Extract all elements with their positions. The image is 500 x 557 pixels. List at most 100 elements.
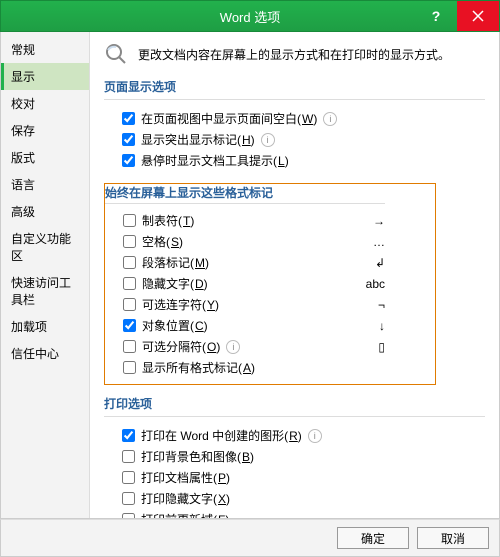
main-panel: 更改文档内容在屏幕上的显示方式和在打印时的显示方式。 页面显示选项 在页面视图中… (90, 32, 499, 518)
option-row: 打印隐藏文字(X) (104, 488, 485, 509)
cancel-button[interactable]: 取消 (417, 527, 489, 549)
option-row: 打印前更新域(F) (104, 509, 485, 518)
option-label[interactable]: 打印隐藏文字(X) (141, 490, 230, 507)
option-row: 打印文档属性(P) (104, 467, 485, 488)
format-symbol: abc (346, 277, 385, 291)
option-checkbox[interactable] (123, 298, 136, 311)
sidebar-item[interactable]: 常规 (1, 36, 89, 63)
sidebar-item[interactable]: 加载项 (1, 313, 89, 340)
window-buttons: ? (415, 1, 499, 31)
option-checkbox[interactable] (122, 450, 135, 463)
option-row: 隐藏文字(D) abc (105, 273, 385, 294)
accelerator-key: C (195, 319, 204, 333)
option-checkbox[interactable] (123, 214, 136, 227)
option-label[interactable]: 隐藏文字(D) (142, 275, 208, 292)
option-checkbox[interactable] (123, 277, 136, 290)
content: 常规显示校对保存版式语言高级自定义功能区快速访问工具栏加载项信任中心 更改文档内… (0, 32, 500, 519)
section-marks: 制表符(T) → 空格(S)…段落标记(M)↲ 隐藏文字(D) abc 可选连字符(Y) ¬… (105, 210, 385, 378)
option-checkbox[interactable] (122, 133, 135, 146)
magnifier-icon (104, 42, 128, 66)
titlebar: Word 选项 ? (0, 0, 500, 32)
sidebar-item[interactable]: 快速访问工具栏 (1, 269, 89, 313)
ok-button[interactable]: 确定 (337, 527, 409, 549)
option-checkbox[interactable] (123, 319, 136, 332)
option-label[interactable]: 悬停时显示文档工具提示(L) (141, 152, 289, 169)
option-checkbox[interactable] (123, 340, 136, 353)
help-icon[interactable]: i (261, 133, 275, 147)
sidebar-item[interactable]: 显示 (1, 63, 89, 90)
option-row: 悬停时显示文档工具提示(L) (104, 150, 485, 171)
option-label[interactable]: 显示突出显示标记(H) (141, 131, 255, 148)
option-checkbox[interactable] (122, 492, 135, 505)
close-icon (472, 10, 484, 22)
option-label[interactable]: 打印前更新域(F) (141, 511, 229, 518)
accelerator-key: B (242, 450, 250, 464)
option-label[interactable]: 对象位置(C) (142, 317, 208, 334)
format-symbol: ¬ (358, 298, 385, 312)
option-label[interactable]: 在页面视图中显示页面间空白(W) (141, 110, 317, 127)
sidebar: 常规显示校对保存版式语言高级自定义功能区快速访问工具栏加载项信任中心 (1, 32, 90, 518)
option-label[interactable]: 可选连字符(Y) (142, 296, 219, 313)
help-icon[interactable]: i (323, 112, 337, 126)
option-row: 空格(S)… (105, 231, 385, 252)
accelerator-key: T (183, 214, 190, 228)
format-symbol: ↓ (359, 319, 385, 333)
accelerator-key: Y (207, 298, 215, 312)
option-label[interactable]: 空格(S) (142, 233, 183, 250)
option-row: 显示所有格式标记(A) (105, 357, 385, 378)
option-label[interactable]: 打印文档属性(P) (141, 469, 230, 486)
sidebar-item[interactable]: 信任中心 (1, 340, 89, 367)
header: 更改文档内容在屏幕上的显示方式和在打印时的显示方式。 (104, 42, 485, 66)
accelerator-key: X (218, 492, 226, 506)
option-row: 可选连字符(Y) ¬ (105, 294, 385, 315)
accelerator-key: W (302, 112, 313, 126)
option-row: 可选分隔符(O) i ▯ (105, 336, 385, 357)
option-row: 对象位置(C) ↓ (105, 315, 385, 336)
option-checkbox[interactable] (122, 471, 135, 484)
sidebar-item[interactable]: 校对 (1, 90, 89, 117)
option-checkbox[interactable] (123, 256, 136, 269)
close-button[interactable] (457, 1, 499, 31)
accelerator-key: R (289, 429, 298, 443)
format-symbol: → (353, 214, 385, 228)
option-checkbox[interactable] (123, 361, 136, 374)
window-title: Word 选项 (220, 7, 280, 26)
help-icon[interactable]: i (308, 429, 322, 443)
highlighted-section: 始终在屏幕上显示这些格式标记 制表符(T)→空格(S)…段落标记(M)↲隐藏文字… (104, 183, 436, 385)
sidebar-item[interactable]: 版式 (1, 144, 89, 171)
section-title-print: 打印选项 (104, 395, 485, 417)
accelerator-key: D (195, 277, 204, 291)
option-label[interactable]: 显示所有格式标记(A) (142, 359, 255, 376)
option-label[interactable]: 制表符(T) (142, 212, 194, 229)
option-checkbox[interactable] (122, 429, 135, 442)
option-checkbox[interactable] (122, 154, 135, 167)
help-button[interactable]: ? (415, 1, 457, 31)
option-checkbox[interactable] (123, 235, 136, 248)
option-label[interactable]: 可选分隔符(O) (142, 338, 220, 355)
accelerator-key: A (243, 361, 251, 375)
sidebar-item[interactable]: 高级 (1, 198, 89, 225)
option-row: 段落标记(M)↲ (105, 252, 385, 273)
accelerator-key: P (218, 471, 226, 485)
footer: 确定 取消 (0, 519, 500, 557)
option-row: 打印在 Word 中创建的图形(R) i (104, 425, 485, 446)
sidebar-item[interactable]: 保存 (1, 117, 89, 144)
accelerator-key: S (171, 235, 179, 249)
option-row: 显示突出显示标记(H) i (104, 129, 485, 150)
sidebar-item[interactable]: 语言 (1, 171, 89, 198)
accelerator-key: M (195, 256, 205, 270)
accelerator-key: H (242, 133, 251, 147)
option-checkbox[interactable] (122, 513, 135, 518)
option-label[interactable]: 打印背景色和图像(B) (141, 448, 254, 465)
format-symbol: ▯ (358, 340, 385, 354)
option-row: 在页面视图中显示页面间空白(W) i (104, 108, 485, 129)
section-title-marks: 始终在屏幕上显示这些格式标记 (105, 184, 385, 204)
option-label[interactable]: 打印在 Word 中创建的图形(R) (141, 427, 302, 444)
option-row: 制表符(T) → (105, 210, 385, 231)
option-label[interactable]: 段落标记(M) (142, 254, 209, 271)
accelerator-key: O (207, 340, 216, 354)
header-desc: 更改文档内容在屏幕上的显示方式和在打印时的显示方式。 (138, 46, 450, 63)
help-icon[interactable]: i (226, 340, 240, 354)
sidebar-item[interactable]: 自定义功能区 (1, 225, 89, 269)
option-checkbox[interactable] (122, 112, 135, 125)
